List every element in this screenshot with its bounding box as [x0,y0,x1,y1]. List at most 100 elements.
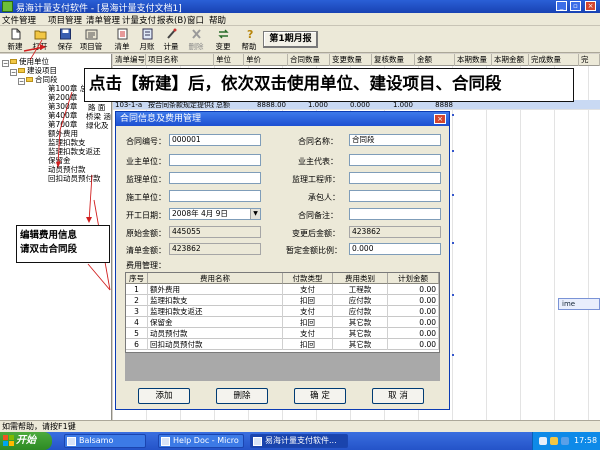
app-window-icon [253,437,262,446]
app-window-icon [67,437,76,446]
list-amount-label: 清单金额： [126,246,166,255]
fee-table: 序号 费用名称 付款类型 费用类别 计划金额 1 额外费用 支付 工程款 0.0… [125,272,440,353]
dialog-close-button[interactable]: × [434,114,446,124]
contract-note-label: 合同备注： [298,211,338,220]
fee-cell: 支付 [283,306,333,317]
system-tray: 17:58 [532,432,600,450]
supervisor-eng-label: 监理工程师： [292,175,340,184]
fee-row[interactable]: 6 回扣动员预付款 扣回 其它款 0.00 [126,339,439,350]
fee-row[interactable]: 4 保留金 扣回 其它款 0.00 [126,317,439,328]
add-button[interactable]: 添加 [138,388,190,404]
retain-ratio-input[interactable]: 0.000 [349,243,441,255]
fee-cell: 4 [126,317,148,328]
task-yihai-app[interactable]: 易海计量支付软件... [250,434,348,448]
tray-app-icon[interactable] [561,437,569,445]
fee-cell: 保留金 [148,317,283,328]
fee-row[interactable]: 5 动员预付款 支付 其它款 0.00 [126,328,439,339]
changed-amount-field: 423862 [349,226,441,238]
volume-icon[interactable] [550,437,558,445]
fee-col-header[interactable]: 费用名称 [148,273,283,284]
edit-hint-line: 编辑费用信息 [20,230,78,241]
supervisor-unit-label: 监理单位： [126,175,166,184]
fee-cell: 额外费用 [148,284,283,295]
fee-cell: 其它款 [333,328,388,339]
start-date-value: 2008年 4月 9日 [172,209,228,218]
owner-rep-label: 业主代表： [298,157,338,166]
contract-note-input[interactable] [349,208,441,220]
fee-col-header[interactable]: 付款类型 [283,273,333,284]
fee-cell: 2 [126,295,148,306]
contract-name-label: 合同名称： [298,137,338,146]
fee-cell: 0.00 [388,328,439,339]
construction-unit-input[interactable] [169,190,261,202]
delete-fee-button[interactable]: 删除 [216,388,268,404]
task-help-doc[interactable]: Help Doc - Micro [158,434,244,448]
owner-unit-input[interactable] [169,154,261,166]
edit-hint-callout: 编辑费用信息 请双击合同段 [16,225,110,263]
fee-cell: 应付款 [333,295,388,306]
fee-row[interactable]: 1 额外费用 支付 工程款 0.00 [126,284,439,295]
supervisor-eng-input[interactable] [349,172,441,184]
dialog-title[interactable]: 合同信息及费用管理 [116,112,449,126]
list-amount-field: 423862 [169,243,261,255]
fee-col-header[interactable]: 费用类别 [333,273,388,284]
start-button[interactable]: 开始 [0,432,52,450]
fee-cell: 应付款 [333,306,388,317]
owner-rep-input[interactable] [349,154,441,166]
clock: 17:58 [574,436,598,445]
fee-row[interactable]: 3 监理扣款支返还 支付 应付款 0.00 [126,306,439,317]
fee-cell: 监理扣款支 [148,295,283,306]
contract-dialog: 合同信息及费用管理 × 合同编号： 000001 业主单位： 监理单位： 施工单… [115,111,450,410]
contractor-input[interactable] [349,190,441,202]
fee-col-header[interactable]: 计划金额 [388,273,439,284]
fee-table-empty-area [125,353,440,381]
status-bar: 如需帮助，请按F1键 [0,420,600,432]
construction-unit-label: 施工单位： [126,193,166,202]
edit-hint-line: 请双击合同段 [20,244,78,255]
fee-cell: 扣回 [283,295,333,306]
task-balsamo[interactable]: Balsamo [64,434,146,448]
contractor-label: 承包人： [308,193,340,202]
fee-cell: 3 [126,306,148,317]
owner-unit-label: 业主单位： [126,157,166,166]
task-label: 易海计量支付软件... [265,436,337,445]
task-label: Balsamo [79,436,114,445]
fee-cell: 0.00 [388,295,439,306]
changed-amount-label: 变更后金额： [292,229,340,238]
fee-cell: 回扣动员预付款 [148,339,283,350]
fee-cell: 0.00 [388,284,439,295]
chevron-down-icon[interactable]: ▼ [250,209,260,219]
contract-no-input[interactable]: 000001 [169,134,261,146]
fee-col-header[interactable]: 序号 [126,273,148,284]
start-date-label: 开工日期： [126,211,166,220]
fee-cell: 监理扣款支返还 [148,306,283,317]
ime-toolbar[interactable]: ime [558,298,600,310]
fee-cell: 0.00 [388,306,439,317]
original-amount-label: 原始金额： [126,229,166,238]
instruction-callout: 点击【新建】后，依次双击使用单位、建设项目、合同段 [84,68,574,102]
retain-ratio-label: 暂定金额比例： [286,246,342,255]
cancel-button[interactable]: 取 消 [372,388,424,404]
fee-cell: 扣回 [283,317,333,328]
fee-cell: 其它款 [333,317,388,328]
fee-cell: 1 [126,284,148,295]
fee-cell: 支付 [283,328,333,339]
fee-cell: 扣回 [283,339,333,350]
contract-name-input[interactable]: 合同段 [349,134,441,146]
ok-button[interactable]: 确 定 [294,388,346,404]
fee-cell: 0.00 [388,339,439,350]
task-label: Help Doc - Micro [173,436,239,445]
fee-cell: 动员预付款 [148,328,283,339]
network-icon[interactable] [539,437,547,445]
windows-logo-icon [3,435,14,446]
fee-cell: 5 [126,328,148,339]
fee-cell: 工程款 [333,284,388,295]
fee-section-label: 费用管理： [126,261,166,270]
fee-cell: 支付 [283,284,333,295]
fee-cell: 0.00 [388,317,439,328]
fee-row[interactable]: 2 监理扣款支 扣回 应付款 0.00 [126,295,439,306]
contract-no-label: 合同编号： [126,137,166,146]
supervisor-unit-input[interactable] [169,172,261,184]
start-date-picker[interactable]: 2008年 4月 9日 ▼ [169,208,261,220]
fee-cell: 6 [126,339,148,350]
